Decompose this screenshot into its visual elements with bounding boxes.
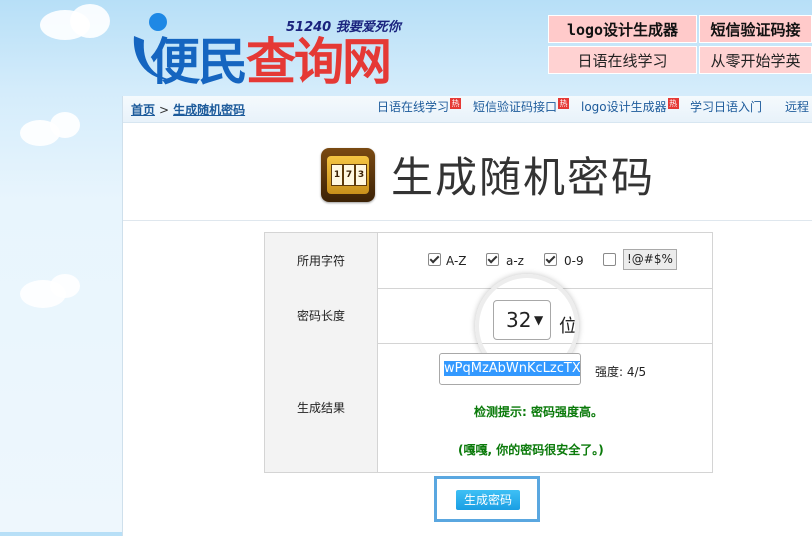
breadcrumb: 首页 > 生成随机密码 — [131, 101, 245, 118]
breadcrumb-separator: > — [159, 103, 170, 117]
breadcrumb-current[interactable]: 生成随机密码 — [173, 103, 245, 117]
nav-bar: 首页 > 生成随机密码 日语在线学习热 短信验证码接口热 logo设计生成器热 学习… — [123, 96, 812, 123]
slot-machine-face: 1 7 3 — [327, 156, 369, 194]
checkbox-lowercase[interactable] — [486, 253, 499, 266]
chars-row: 所用字符 A-Z a-z 0-9 !@#$% — [265, 233, 712, 289]
nav-link-japanese[interactable]: 日语在线学习热 — [377, 98, 462, 115]
length-label: 密码长度 — [265, 288, 378, 343]
site-logo[interactable]: 便民查询网 51240 我要爱死你 — [128, 6, 458, 91]
nav-link-label: 短信验证码接口 — [473, 100, 558, 114]
generate-button-focus-frame: 生成密码 — [434, 476, 540, 522]
chevron-down-icon: ▼ — [534, 313, 544, 327]
strength-tip: 检测提示: 密码强度高。 — [474, 405, 603, 419]
cloud-decoration — [50, 112, 80, 138]
chars-options: A-Z a-z 0-9 !@#$% — [378, 233, 712, 288]
safety-message: (嘎嘎, 你的密码很安全了。) — [458, 443, 604, 457]
nav-link-label: 远程 — [785, 100, 810, 114]
checkbox-digits[interactable] — [544, 253, 557, 266]
strength-indicator: 强度: 4/5 — [595, 365, 647, 379]
header-link-english[interactable]: 从零开始学英 — [699, 46, 812, 74]
hot-badge: 热 — [667, 98, 679, 109]
length-row: 密码长度 32 ▼ 位 — [265, 274, 712, 378]
nav-link-sms[interactable]: 短信验证码接口热 — [473, 98, 570, 115]
selected-password-text: wPqMzAbWnKcLzcTX — [444, 361, 581, 376]
slot-digit: 7 — [343, 164, 355, 186]
length-control: 32 ▼ 位 — [378, 274, 712, 378]
cloud-decoration — [70, 4, 110, 38]
header-link-logo-generator[interactable]: logo设计生成器 — [548, 15, 697, 43]
checkbox-uppercase-label: A-Z — [446, 254, 467, 268]
password-form: 所用字符 A-Z a-z 0-9 !@#$% 密码长度 32 ▼ 位 生成结果 … — [264, 232, 713, 473]
nav-link-label: 学习日语入门 — [690, 100, 763, 114]
logo-slogan: 51240 我要爱死你 — [286, 20, 401, 35]
page-title: 生成随机密码 — [391, 153, 656, 202]
checkbox-digits-label: 0-9 — [564, 254, 584, 268]
result-row: 生成结果 wPqMzAbWnKcLzcTX 强度: 4/5 检测提示: 密码强度… — [265, 343, 712, 472]
hot-badge: 热 — [450, 98, 462, 109]
slot-digit: 1 — [331, 164, 343, 186]
checkbox-uppercase[interactable] — [428, 253, 441, 266]
header-link-japanese[interactable]: 日语在线学习 — [548, 46, 697, 74]
header-link-sms-code[interactable]: 短信验证码接 — [699, 15, 812, 43]
nav-link-logo[interactable]: logo设计生成器热 — [581, 98, 679, 115]
slot-digit: 3 — [355, 164, 367, 186]
breadcrumb-home[interactable]: 首页 — [131, 103, 155, 117]
checkbox-symbols-label: !@#$% — [623, 249, 677, 270]
generate-password-button[interactable]: 生成密码 — [456, 490, 520, 510]
slot-machine-icon: 1 7 3 — [321, 148, 375, 202]
nav-link-label: logo设计生成器 — [581, 100, 667, 114]
nav-link-learn-japanese[interactable]: 学习日语入门 — [690, 98, 762, 115]
nav-link-label: 日语在线学习 — [377, 100, 450, 114]
title-divider — [123, 220, 812, 221]
hot-badge: 热 — [558, 98, 570, 109]
length-select-value: 32 — [506, 308, 532, 332]
nav-link-remote[interactable]: 远程 — [785, 98, 809, 115]
cloud-decoration — [50, 274, 80, 298]
chars-label: 所用字符 — [265, 233, 378, 288]
length-unit: 位 — [559, 316, 577, 337]
checkbox-lowercase-label: a-z — [506, 254, 524, 268]
result-area: wPqMzAbWnKcLzcTX 强度: 4/5 检测提示: 密码强度高。 (嘎… — [378, 343, 712, 472]
checkbox-symbols[interactable] — [603, 253, 616, 266]
result-label: 生成结果 — [265, 343, 378, 472]
password-output-field[interactable]: wPqMzAbWnKcLzcTX — [439, 353, 581, 385]
length-select[interactable]: 32 ▼ — [493, 300, 551, 340]
main-panel: 首页 > 生成随机密码 日语在线学习热 短信验证码接口热 logo设计生成器热 学习… — [122, 96, 812, 536]
